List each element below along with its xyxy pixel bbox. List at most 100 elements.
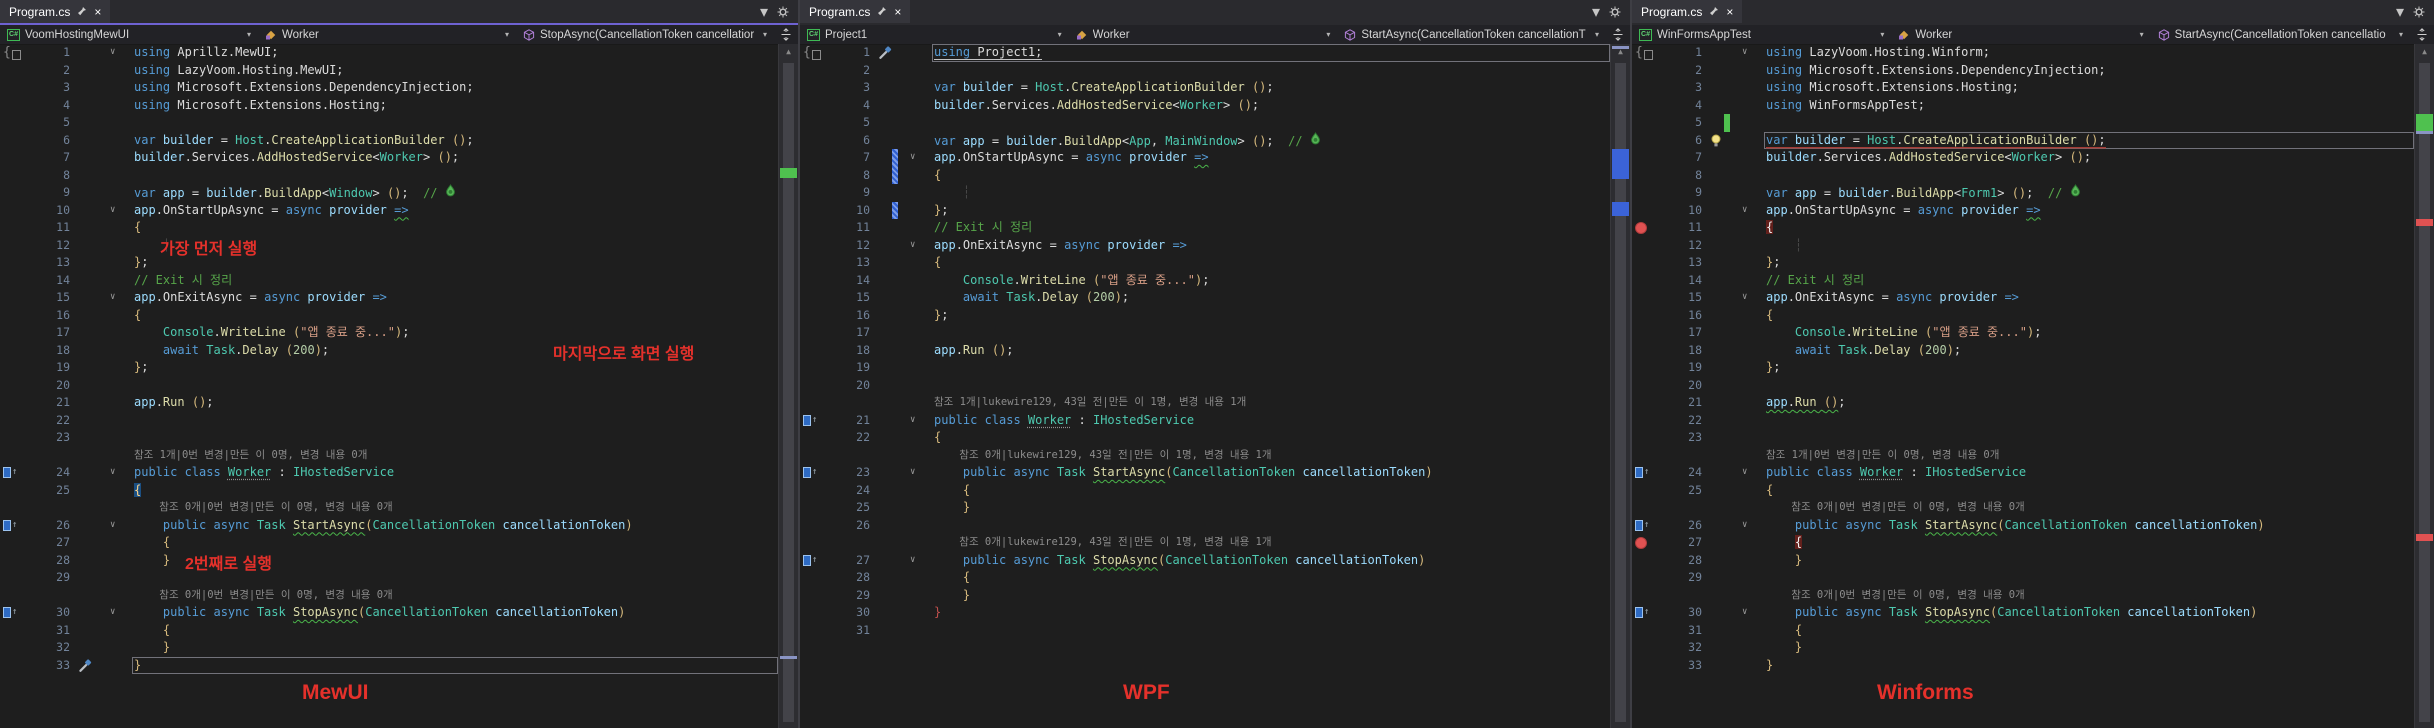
glyph-margin[interactable] — [1632, 79, 1658, 97]
settings-gear-icon[interactable] — [777, 6, 789, 18]
glyph-margin[interactable] — [800, 307, 826, 325]
codelens-text[interactable]: 참조 0개|0번 변경|만든 이 0명, 변경 내용 0개 — [132, 587, 778, 605]
glyph-margin[interactable] — [0, 289, 26, 307]
scrollbar-thumb[interactable] — [783, 63, 794, 722]
nav-project-dropdown[interactable]: C# WinFormsAppTest ▾ — [1632, 25, 1891, 44]
glyph-margin[interactable] — [800, 167, 826, 185]
vertical-scrollbar[interactable]: ▲ — [2414, 44, 2434, 728]
glyph-margin[interactable] — [800, 132, 826, 150]
glyph-margin[interactable] — [800, 97, 826, 115]
glyph-margin[interactable] — [0, 79, 26, 97]
scrollbar-up-icon[interactable]: ▲ — [2415, 44, 2434, 59]
nav-class-dropdown[interactable]: Worker ▾ — [258, 25, 516, 44]
glyph-margin[interactable]: ↑ — [1632, 517, 1658, 535]
glyph-margin[interactable] — [1632, 569, 1658, 587]
glyph-margin[interactable] — [0, 167, 26, 185]
glyph-margin[interactable]: ↑ — [800, 412, 826, 430]
glyph-margin[interactable] — [800, 324, 826, 342]
glyph-margin[interactable] — [1632, 657, 1658, 675]
glyph-margin[interactable]: ↑ — [1632, 464, 1658, 482]
glyph-margin[interactable] — [0, 657, 26, 675]
nav-class-dropdown[interactable]: Worker ▾ — [1891, 25, 2150, 44]
glyph-margin[interactable] — [0, 272, 26, 290]
glyph-margin[interactable] — [800, 342, 826, 360]
nav-method-dropdown[interactable]: StartAsync(CancellationToken cancellatio… — [2151, 25, 2410, 44]
glyph-margin[interactable] — [0, 132, 26, 150]
glyph-margin[interactable] — [0, 202, 26, 220]
split-editor-icon[interactable] — [2410, 25, 2434, 44]
glyph-margin[interactable] — [1632, 272, 1658, 290]
close-icon[interactable]: × — [894, 5, 901, 19]
glyph-margin[interactable] — [1632, 342, 1658, 360]
glyph-margin[interactable] — [1632, 254, 1658, 272]
glyph-margin[interactable] — [800, 587, 826, 605]
glyph-margin[interactable] — [1632, 219, 1658, 237]
codelens-text[interactable]: 참조 0개|lukewire129, 43일 전|만든 이 1명, 변경 내용 … — [932, 447, 1610, 465]
glyph-margin[interactable] — [0, 254, 26, 272]
codelens-text[interactable]: 참조 1개|lukewire129, 43일 전|만든 이 1명, 변경 내용 … — [932, 394, 1610, 412]
glyph-margin[interactable] — [0, 394, 26, 412]
glyph-margin[interactable] — [0, 219, 26, 237]
close-icon[interactable]: × — [1726, 5, 1733, 19]
glyph-margin[interactable] — [800, 482, 826, 500]
glyph-margin[interactable] — [800, 62, 826, 80]
glyph-margin[interactable] — [800, 429, 826, 447]
lightbulb-icon[interactable] — [1710, 134, 1722, 148]
glyph-margin[interactable] — [0, 639, 26, 657]
glyph-margin[interactable] — [1632, 377, 1658, 395]
glyph-margin[interactable] — [1632, 359, 1658, 377]
glyph-margin[interactable] — [800, 359, 826, 377]
settings-gear-icon[interactable] — [2413, 6, 2425, 18]
glyph-margin[interactable] — [1632, 447, 1658, 465]
scrollbar-up-icon[interactable]: ▲ — [779, 44, 798, 59]
glyph-margin[interactable] — [0, 534, 26, 552]
tab-program-cs[interactable]: Program.cs × — [0, 0, 111, 23]
fold-chevron-icon[interactable]: ∨ — [1732, 202, 1764, 220]
glyph-margin[interactable] — [0, 412, 26, 430]
glyph-margin[interactable]: ↑ — [800, 464, 826, 482]
glyph-margin[interactable] — [1632, 307, 1658, 325]
code-area[interactable]: {1 ∨ using LazyVoom.Hosting.Winform; 2 using… — [1632, 44, 2414, 728]
glyph-margin[interactable]: ↑ — [0, 604, 26, 622]
code-area[interactable]: {1 ∨ using Aprillz.MewUI; 2 using LazyVoom.H… — [0, 44, 778, 728]
glyph-margin[interactable]: ↑ — [0, 517, 26, 535]
nav-project-dropdown[interactable]: C# Project1 ▾ — [800, 25, 1069, 44]
pin-icon[interactable] — [877, 6, 887, 17]
glyph-margin[interactable] — [0, 184, 26, 202]
glyph-margin[interactable] — [1632, 114, 1658, 132]
glyph-margin[interactable]: ↑ — [1632, 604, 1658, 622]
glyph-margin[interactable] — [1632, 622, 1658, 640]
fold-chevron-icon[interactable]: ∨ — [1732, 604, 1764, 622]
glyph-margin[interactable] — [0, 114, 26, 132]
vertical-scrollbar[interactable]: ▲ — [778, 44, 798, 728]
breakpoint-icon[interactable] — [1635, 221, 1647, 234]
glyph-margin[interactable] — [1632, 62, 1658, 80]
glyph-margin[interactable] — [0, 324, 26, 342]
glyph-margin[interactable]: { — [800, 44, 826, 62]
glyph-margin[interactable] — [0, 587, 26, 605]
glyph-margin[interactable] — [0, 429, 26, 447]
glyph-margin[interactable] — [0, 569, 26, 587]
glyph-margin[interactable] — [800, 569, 826, 587]
glyph-margin[interactable] — [0, 237, 26, 255]
fold-chevron-icon[interactable]: ∨ — [900, 412, 932, 430]
open-files-chevron-icon[interactable]: ▾ — [760, 2, 768, 22]
glyph-margin[interactable] — [800, 272, 826, 290]
nav-method-dropdown[interactable]: StartAsync(CancellationToken cancellatio… — [1337, 25, 1606, 44]
code-area[interactable]: {1 using Project1; 2 3 var builder = Host.Cr… — [800, 44, 1610, 728]
tab-program-cs[interactable]: Program.cs × — [800, 0, 911, 23]
glyph-margin[interactable] — [800, 517, 826, 535]
codelens-text[interactable]: 참조 0개|0번 변경|만든 이 0명, 변경 내용 0개 — [132, 499, 778, 517]
glyph-margin[interactable] — [1632, 499, 1658, 517]
glyph-margin[interactable]: { — [0, 44, 26, 62]
glyph-margin[interactable] — [0, 447, 26, 465]
glyph-margin[interactable] — [0, 482, 26, 500]
glyph-margin[interactable] — [800, 184, 826, 202]
codelens-text[interactable]: 참조 1개|0번 변경|만든 이 0명, 변경 내용 0개 — [1764, 447, 2414, 465]
fold-chevron-icon[interactable]: ∨ — [900, 149, 932, 167]
glyph-margin[interactable] — [1632, 534, 1658, 552]
glyph-margin[interactable] — [1632, 587, 1658, 605]
codelens-text[interactable]: 참조 0개|0번 변경|만든 이 0명, 변경 내용 0개 — [1764, 587, 2414, 605]
fold-chevron-icon[interactable]: ∨ — [100, 202, 132, 220]
glyph-margin[interactable] — [1632, 412, 1658, 430]
